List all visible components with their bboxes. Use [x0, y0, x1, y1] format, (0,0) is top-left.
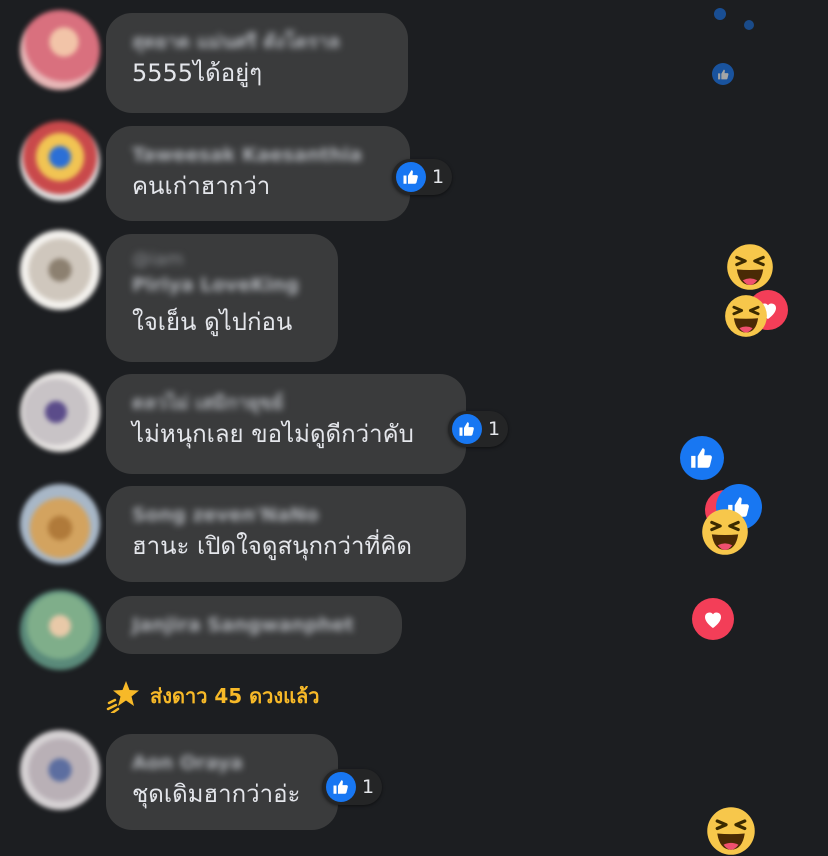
- like-count-badge[interactable]: 1: [392, 159, 453, 195]
- floating-haha-icon: [726, 243, 774, 291]
- like-icon: [452, 414, 482, 444]
- avatar[interactable]: [20, 10, 100, 90]
- like-count-badge[interactable]: 1: [448, 411, 509, 447]
- commenter-name[interactable]: Janjira Sangwanphet: [132, 612, 378, 638]
- star-icon: [106, 681, 139, 713]
- comment-text: ชุดเดิมฮากว่าอ่ะ: [132, 780, 301, 808]
- live-comments-screen: { "comments": [ {"name": "สุดยาด แม่นศรี…: [0, 0, 828, 844]
- comment-text: 5555ได้อยู่ๆ: [132, 59, 263, 87]
- like-count-badge[interactable]: 1: [322, 769, 383, 805]
- floating-haha-icon: [706, 806, 756, 856]
- avatar[interactable]: [20, 730, 100, 810]
- floating-like-icon: [714, 8, 726, 20]
- comment-bubble[interactable]: ดลวไม่ เสมิกายุขย์ ไม่หนุกเลย ขอไม่ดูดีก…: [106, 374, 466, 474]
- comment-text: ใจเย็น ดูไปก่อน: [132, 308, 293, 336]
- comment-bubble[interactable]: Janjira Sangwanphet: [106, 596, 402, 654]
- commenter-handle: @iam: [132, 249, 184, 270]
- comment-bubble[interactable]: Song zeven'NaNo ฮานะ เปิดใจดูสนุกกว่าที่…: [106, 486, 466, 582]
- stars-sent-notice: ส่งดาว 45 ดวงแล้ว: [106, 676, 320, 716]
- comment-bubble[interactable]: @iam Piriya LoveKing ใจเย็น ดูไปก่อน: [106, 234, 338, 362]
- comment-bubble[interactable]: Taweesak Kaesanthia คนเก่าฮากว่า: [106, 126, 410, 221]
- floating-like-icon: [744, 20, 754, 30]
- avatar[interactable]: [20, 121, 100, 201]
- avatar[interactable]: [20, 590, 100, 670]
- avatar[interactable]: [20, 372, 100, 452]
- comment-bubble[interactable]: สุดยาด แม่นศรี ดังโดราล 5555ได้อยู่ๆ: [106, 13, 408, 113]
- commenter-name[interactable]: Piriya LoveKing: [132, 272, 314, 298]
- like-count: 1: [362, 776, 375, 798]
- comment-text: คนเก่าฮากว่า: [132, 172, 271, 200]
- avatar[interactable]: [20, 484, 100, 564]
- avatar[interactable]: [20, 230, 100, 310]
- like-count: 1: [432, 166, 445, 188]
- like-icon: [326, 772, 356, 802]
- commenter-name[interactable]: สุดยาด แม่นศรี ดังโดราล: [132, 29, 384, 55]
- commenter-name[interactable]: ดลวไม่ เสมิกายุขย์: [132, 390, 442, 416]
- floating-haha-icon: [724, 294, 768, 338]
- comment-bubble[interactable]: Aon Oraya ชุดเดิมฮากว่าอ่ะ: [106, 734, 338, 830]
- like-icon: [396, 162, 426, 192]
- commenter-name[interactable]: Song zeven'NaNo: [132, 502, 442, 528]
- commenter-name[interactable]: Taweesak Kaesanthia: [132, 142, 386, 168]
- like-count: 1: [488, 418, 501, 440]
- comment-text: ฮานะ เปิดใจดูสนุกกว่าที่คิด: [132, 532, 412, 560]
- floating-like-icon: [712, 63, 734, 85]
- stars-sent-text: ส่งดาว 45 ดวงแล้ว: [150, 684, 320, 708]
- floating-like-icon: [680, 436, 724, 480]
- floating-haha-icon: [701, 508, 749, 556]
- comment-text: ไม่หนุกเลย ขอไม่ดูดีกว่าคับ: [132, 420, 414, 448]
- floating-love-icon: [692, 598, 734, 640]
- commenter-name[interactable]: Aon Oraya: [132, 750, 314, 776]
